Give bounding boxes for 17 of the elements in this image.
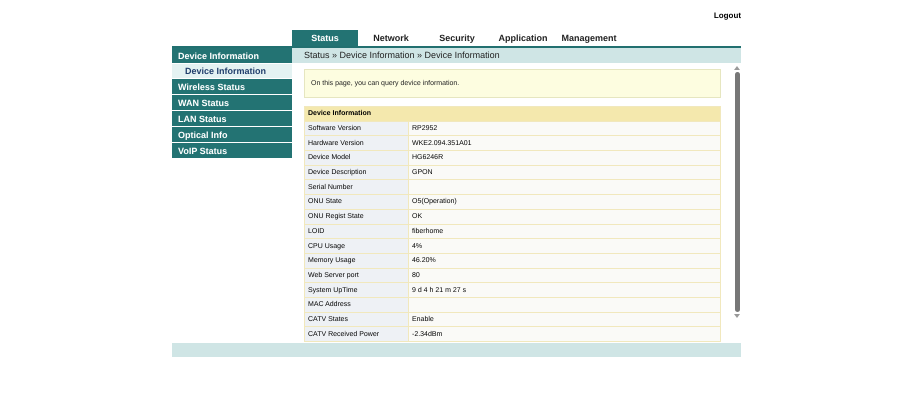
scrollbar-thumb[interactable]	[734, 72, 740, 312]
scroll-down-icon[interactable]	[734, 314, 740, 318]
nav-tab[interactable]: Network	[358, 30, 424, 46]
sidebar-item[interactable]: Optical Info	[172, 127, 292, 142]
sidebar-item[interactable]: LAN Status	[172, 111, 292, 126]
sidebar-subitem[interactable]: Device Information	[172, 64, 292, 78]
nav-tab[interactable]: Security	[424, 30, 490, 46]
sidebar-item[interactable]: Device Information	[172, 48, 292, 63]
nav-tab[interactable]: Status	[292, 30, 358, 46]
nav-tab[interactable]: Management	[556, 30, 622, 46]
sidebar-item[interactable]: VoIP Status	[172, 143, 292, 158]
scroll-up-icon[interactable]	[734, 66, 740, 70]
nav-tab[interactable]: Application	[490, 30, 556, 46]
sidebar-item[interactable]: Wireless Status	[172, 79, 292, 94]
sidebar-item[interactable]: WAN Status	[172, 95, 292, 110]
breadcrumb: Status » Device Information » Device Information	[292, 48, 741, 63]
logout-link[interactable]: Logout	[714, 10, 741, 20]
